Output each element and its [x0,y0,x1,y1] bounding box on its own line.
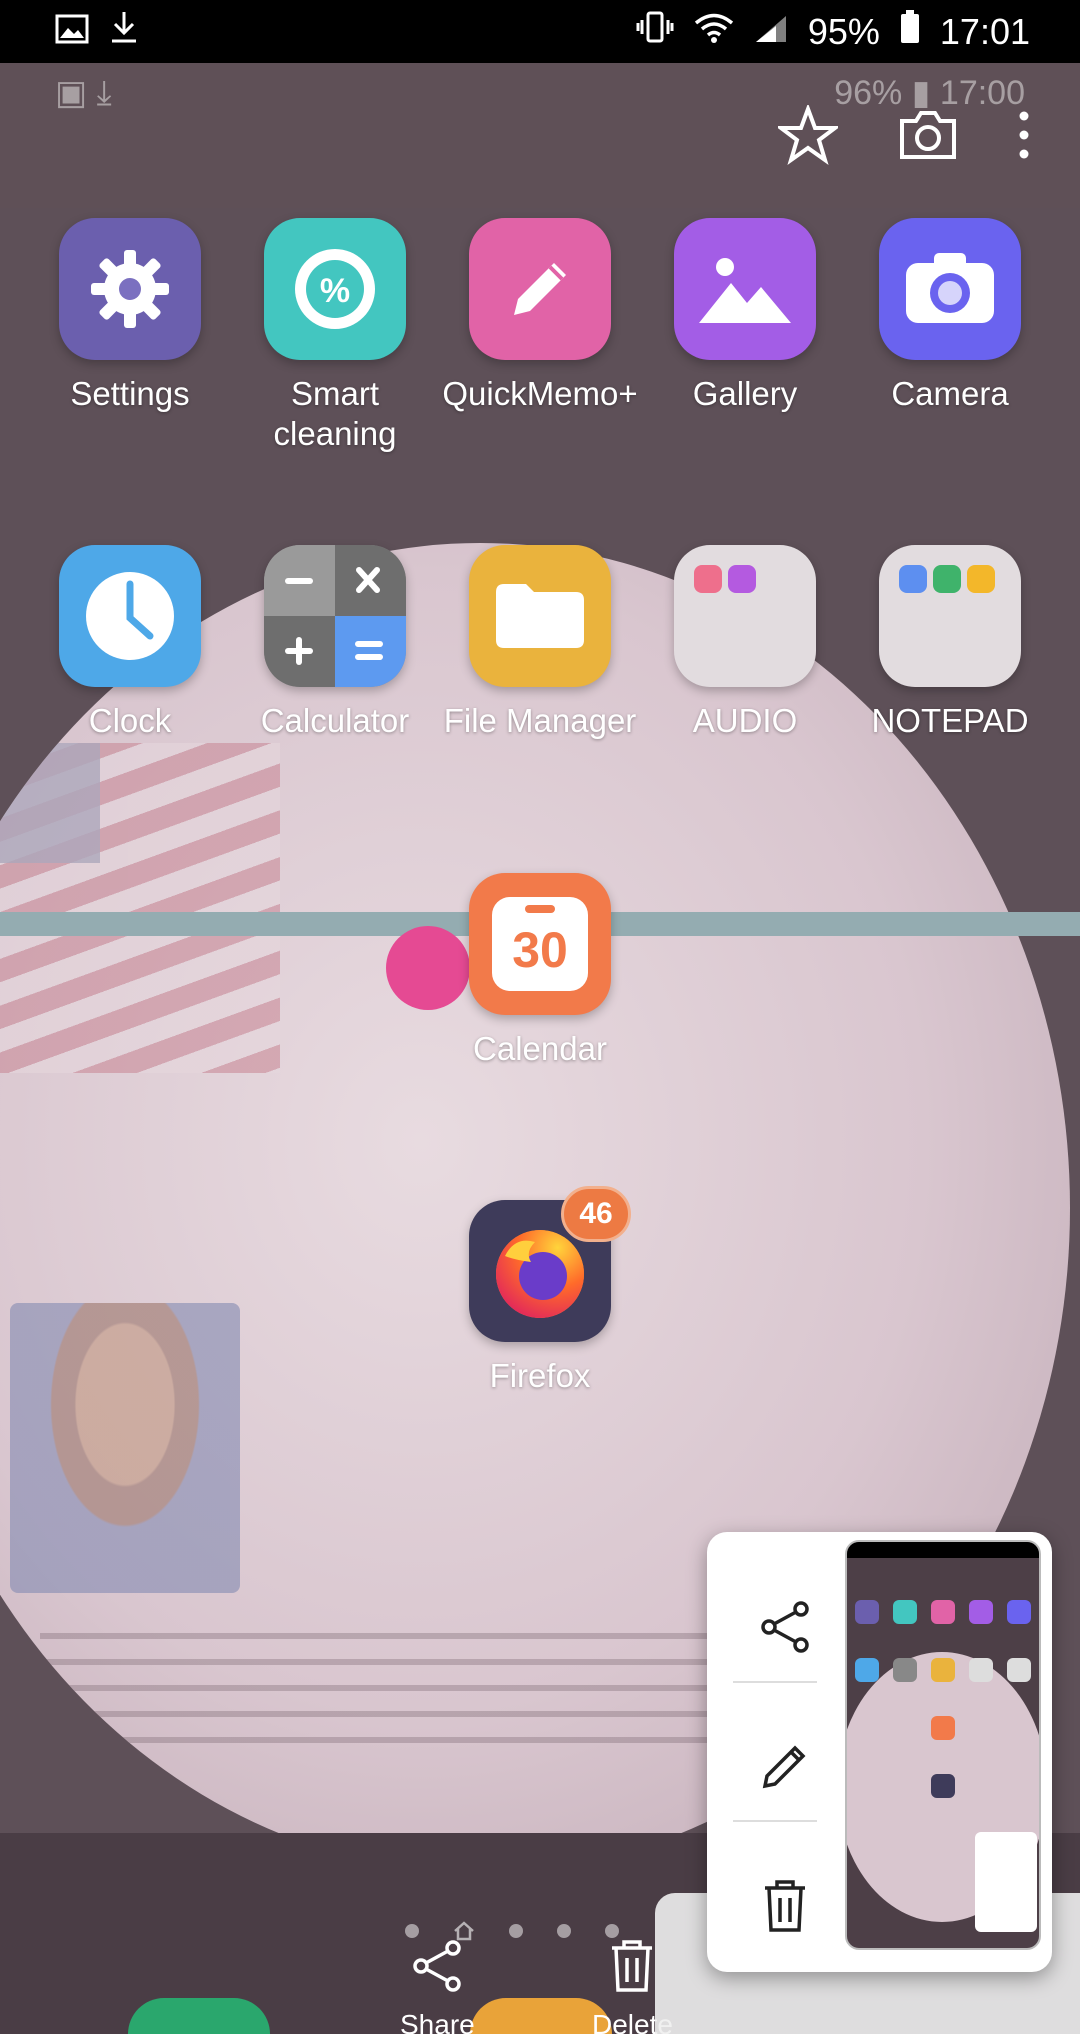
download-icon [109,10,139,53]
status-bar: 95% 17:01 [0,0,1080,63]
old-notification-icons: ▣ ⤓ [55,74,112,112]
id-photo [10,1303,240,1593]
pencil-icon [469,218,611,360]
app-file-manager[interactable]: File Manager [440,545,640,741]
gear-icon [59,218,201,360]
star-icon[interactable] [775,103,841,170]
app-gallery[interactable]: Gallery [645,218,845,414]
calculator-icon [264,545,406,687]
more-options-icon[interactable] [1018,110,1030,165]
vibrate-icon [636,10,674,53]
app-label: QuickMemo+ [442,375,638,412]
firefox-icon: 46 [469,1186,631,1342]
trash-icon [612,1940,653,1992]
folder-icon [879,545,1021,687]
calendar-icon: 30 [469,873,611,1015]
app-settings[interactable]: Settings [30,218,230,414]
app-label: Calendar [473,1030,607,1067]
flag-image [0,743,280,1073]
app-smart-cleaning[interactable]: % Smart cleaning [235,218,435,454]
app-label: Gallery [692,375,798,412]
gallery-header: ▣ ⤓ 96% ▮ 17:00 [0,63,1080,208]
folder-icon [674,545,816,687]
trash-icon [764,1879,805,1932]
share-label: Share [400,2009,475,2034]
folder-icon [469,545,611,687]
app-label: Firefox [489,1357,591,1394]
app-label: AUDIO [692,702,798,739]
app-camera[interactable]: Camera [850,218,1050,414]
app-label: Camera [891,375,1009,412]
app-label: Smart cleaning [273,375,397,452]
folder-notepad[interactable]: NOTEPAD [850,545,1050,741]
clock-time: 17:01 [939,10,1030,52]
battery-percent: 95% [807,10,880,52]
app-label: Calculator [260,702,410,739]
share-icon [760,1600,809,1653]
share-action[interactable]: Share [400,1938,475,2034]
popup-edit-button[interactable] [737,1718,832,1813]
screenshot-thumbnail[interactable] [845,1540,1041,1950]
voicemail-app[interactable] [470,1998,612,2034]
popup-share-button[interactable] [737,1579,832,1674]
share-icon [413,1940,462,1992]
camera-action-icon[interactable] [898,109,958,166]
svg-text:%: % [320,272,350,310]
app-calculator[interactable]: Calculator [235,545,435,741]
app-label: Settings [70,375,190,412]
gallery-icon [674,218,816,360]
calendar-date: 30 [512,922,568,978]
percent-icon: % [264,218,406,360]
battery-icon [900,10,920,53]
app-label: NOTEPAD [871,702,1029,739]
app-firefox[interactable]: 46 Firefox [440,1186,640,1396]
popup-delete-button[interactable] [737,1858,832,1953]
edit-icon [762,1745,805,1788]
wifi-icon [694,11,734,53]
clock-icon [59,545,201,687]
folder-audio[interactable]: AUDIO [645,545,845,741]
app-clock[interactable]: Clock [30,545,230,741]
notification-badge: 46 [561,1186,631,1242]
image-notification-icon [55,11,89,53]
app-quickmemo[interactable]: QuickMemo+ [440,218,640,414]
app-label: Clock [88,702,172,739]
phone-app[interactable] [128,1998,270,2034]
app-label: File Manager [443,702,637,739]
signal-icon [754,11,788,53]
camera-icon [879,218,1021,360]
app-calendar[interactable]: 30 Calendar [440,873,640,1069]
